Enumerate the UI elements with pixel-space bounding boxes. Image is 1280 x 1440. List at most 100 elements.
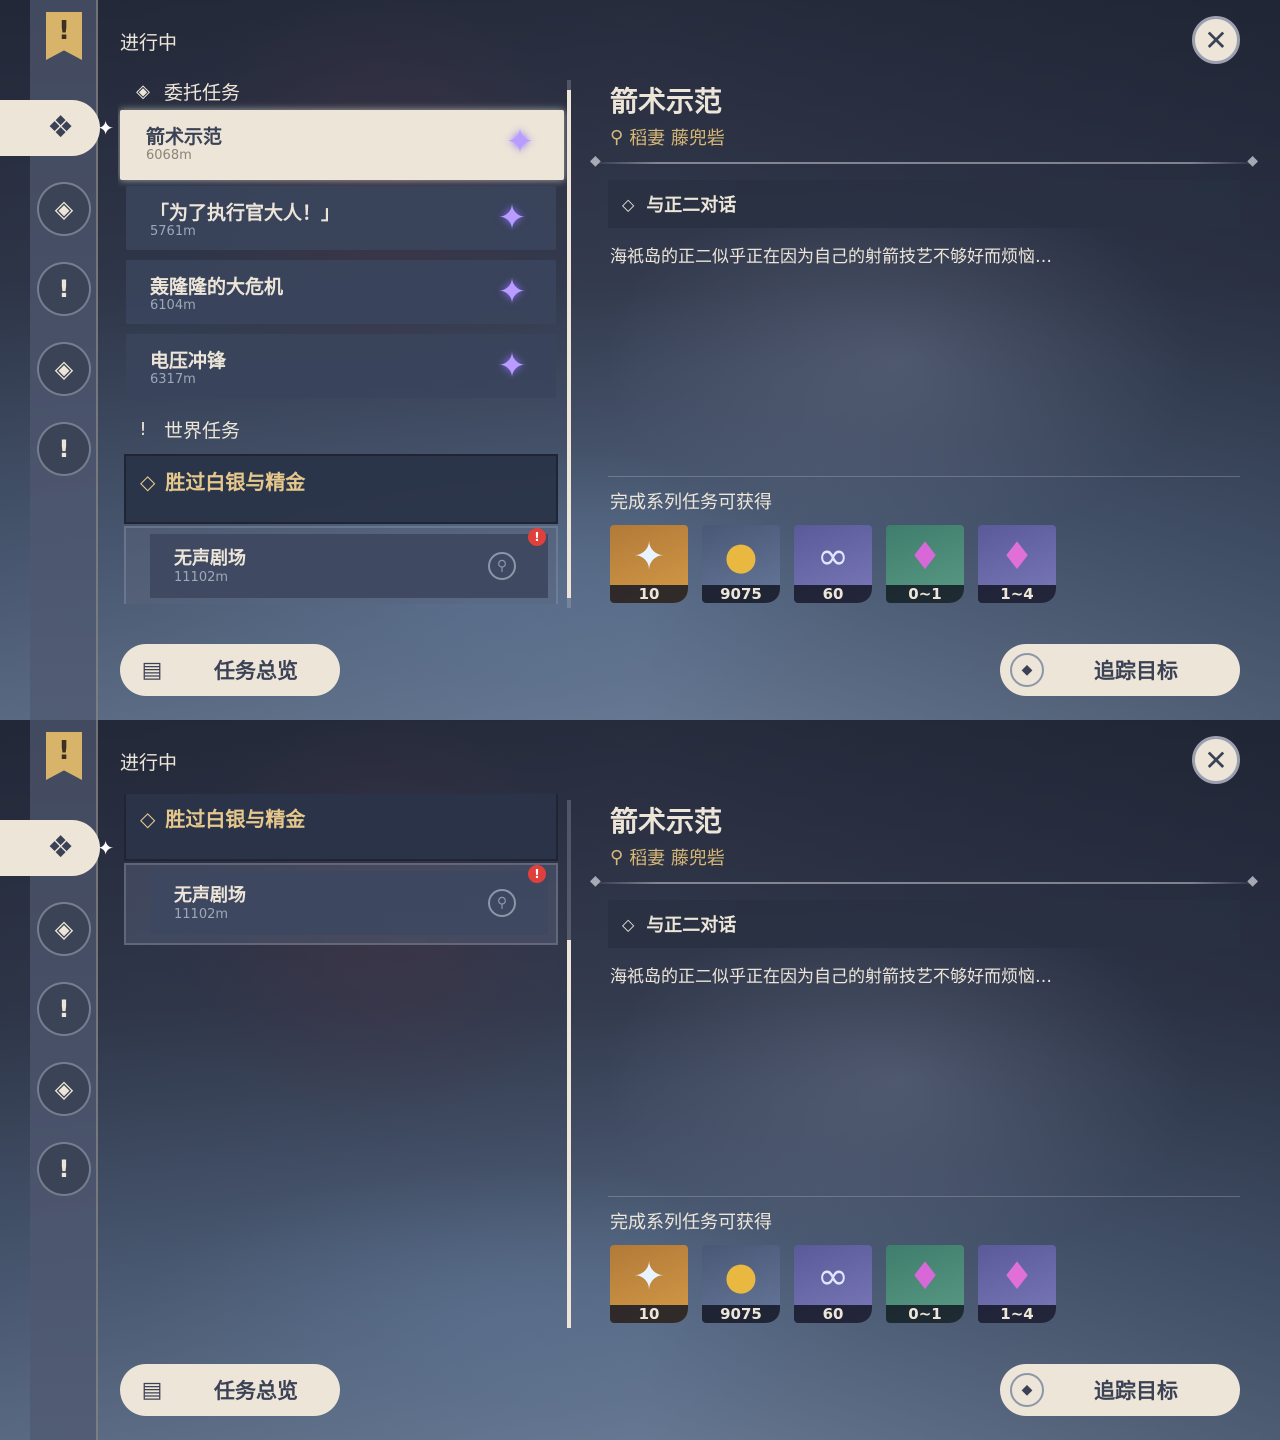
sidebar-item-story[interactable]: ! [37, 262, 91, 316]
detail-divider [590, 873, 1258, 889]
category-world: ! 世界任务 [134, 414, 240, 444]
scrollbar-thumb[interactable] [567, 90, 571, 598]
reward-count: 60 [794, 585, 872, 603]
map-pin-icon[interactable]: ⚲ [488, 889, 516, 917]
quest-list-scrollbar[interactable] [567, 800, 571, 1328]
detail-description: 海祇岛的正二似乎正在因为自己的射箭技艺不够好而烦恼… [610, 247, 1052, 267]
world-quest-item[interactable]: ◇ 胜过白银与精金 [124, 794, 558, 861]
commission-icon: ❖ [47, 830, 74, 865]
reward-item[interactable]: ∞ 60 [794, 525, 872, 603]
quest-item[interactable]: 箭术示范 6068m ✦ [120, 110, 564, 180]
world-subquest-group: 无声剧场 11102m ⚲ ! [124, 526, 558, 604]
reward-divider [608, 1196, 1240, 1197]
world-quest-icon: ! [58, 1155, 70, 1183]
sidebar-item-commission-2[interactable]: ◈ [37, 342, 91, 396]
reward-item[interactable]: ♦ 1~4 [978, 525, 1056, 603]
crystal-icon: ♦ [907, 1254, 943, 1298]
detail-description: 海祇岛的正二似乎正在因为自己的射箭技艺不够好而烦恼… [610, 967, 1052, 987]
subquest-item[interactable]: 无声剧场 11102m ⚲ ! [150, 865, 548, 935]
quest-list[interactable]: ◈ 委托任务 箭术示范 6068m ✦ 「为了执行官大人！」 5761m ✦ 轰… [118, 794, 568, 1324]
quest-item[interactable]: 轰隆隆的大危机 6104m ✦ [126, 260, 556, 324]
reward-item[interactable]: ♦ 0~1 [886, 525, 964, 603]
quest-screen-bottom: ! ❖ ◈ ! ◈ ! 进行中 ✕ ◈ 委托任务 箭术示范 6068m ✦ 「为… [0, 720, 1280, 1440]
sidebar-item-world[interactable]: ! [37, 1142, 91, 1196]
subquest-distance: 11102m [174, 570, 229, 585]
commission-star-icon: ✦ [505, 122, 535, 162]
quest-item[interactable]: 「为了执行官大人！」 5761m ✦ [126, 186, 556, 250]
crystal-cluster-icon: ♦ [999, 534, 1035, 578]
quest-name: 轰隆隆的大危机 [150, 276, 284, 298]
objective-text: 与正二对话 [646, 195, 737, 216]
archon-quest-icon: ◈ [54, 195, 74, 223]
detail-title: 箭术示范 [610, 85, 723, 118]
world-quest-name: ◇ 胜过白银与精金 [140, 470, 306, 494]
subquest-name: 无声剧场 [174, 885, 246, 906]
quest-item[interactable]: 电压冲锋 6317m ✦ [126, 334, 556, 398]
reward-item[interactable]: ✦ 10 [610, 525, 688, 603]
objective-diamond-icon: ◇ [622, 194, 635, 214]
track-target-button[interactable]: ◆ 追踪目标 [1000, 644, 1240, 696]
story-quest-icon: ! [58, 995, 70, 1023]
map-pin-icon[interactable]: ⚲ [488, 552, 516, 580]
crystal-icon: ♦ [907, 534, 943, 578]
category-label: 委托任务 [164, 81, 241, 104]
objective-text: 与正二对话 [646, 915, 737, 936]
crystal-cluster-icon: ♦ [999, 1254, 1035, 1298]
close-icon: ✕ [1204, 743, 1228, 777]
mora-icon: ● [724, 1254, 758, 1298]
reward-item[interactable]: ♦ 0~1 [886, 1245, 964, 1323]
reward-item[interactable]: ● 9075 [702, 525, 780, 603]
commission-star-icon: ✦ [497, 198, 527, 238]
category-commission: ◈ 委托任务 [134, 76, 240, 106]
close-icon: ✕ [1204, 23, 1228, 57]
subquest-item[interactable]: 无声剧场 11102m ⚲ ! [150, 528, 548, 598]
track-target-button[interactable]: ◆ 追踪目标 [1000, 1364, 1240, 1416]
reward-item[interactable]: ∞ 60 [794, 1245, 872, 1323]
close-button[interactable]: ✕ [1192, 736, 1240, 784]
detail-location: ⚲ 稻妻 藤兜砦 [610, 126, 725, 150]
world-subquest-group: 无声剧场 11102m ⚲ ! [124, 863, 558, 945]
commission-star-icon: ✦ [497, 346, 527, 386]
sidebar-item-archon[interactable]: ◈ [37, 182, 91, 236]
quest-overview-button[interactable]: ▤ 任务总览 [120, 1364, 340, 1416]
world-quest-name: ◇ 胜过白银与精金 [140, 807, 306, 831]
quest-name: 箭术示范 [146, 126, 223, 148]
status-title: 进行中 [120, 752, 178, 774]
quest-book-icon: ▤ [141, 1377, 163, 1403]
reward-count: 9075 [702, 1305, 780, 1323]
reward-item[interactable]: ♦ 1~4 [978, 1245, 1056, 1323]
quest-distance: 5761m [150, 224, 196, 239]
objective-diamond-icon: ◇ [622, 914, 635, 934]
quest-overview-button[interactable]: ▤ 任务总览 [120, 644, 340, 696]
reward-count: 1~4 [978, 1305, 1056, 1323]
archon-quest-icon: ◈ [54, 915, 74, 943]
subquest-name: 无声剧场 [174, 548, 246, 569]
sidebar-item-commission[interactable]: ❖ [0, 100, 114, 156]
alert-badge: ! [528, 865, 546, 883]
sidebar-item-commission-2[interactable]: ◈ [37, 1062, 91, 1116]
detail-title: 箭术示范 [610, 805, 723, 838]
reward-divider [608, 476, 1240, 477]
reward-count: 0~1 [886, 1305, 964, 1323]
reward-count: 10 [610, 1305, 688, 1323]
sidebar-item-archon[interactable]: ◈ [37, 902, 91, 956]
button-label: 追踪目标 [1094, 659, 1178, 683]
quest-list-scrollbar[interactable] [567, 80, 571, 608]
world-quest-item[interactable]: ◇ 胜过白银与精金 [124, 454, 558, 524]
objective-bar: ◇ 与正二对话 [608, 180, 1240, 228]
fetters-icon: ∞ [817, 534, 849, 578]
sidebar-item-commission[interactable]: ❖ [0, 820, 114, 876]
rewards-title: 完成系列任务可获得 [610, 1212, 772, 1233]
quest-distance: 6317m [150, 372, 196, 387]
scrollbar-thumb[interactable] [567, 940, 571, 1328]
sidebar-item-story[interactable]: ! [37, 982, 91, 1036]
quest-screen-top: ! ❖ ◈ ! ◈ ! 进行中 ✕ ◈ 委托任务 箭术示范 6068m ✦ 「为… [0, 0, 1280, 720]
close-button[interactable]: ✕ [1192, 16, 1240, 64]
quest-list[interactable]: ◈ 委托任务 箭术示范 6068m ✦ 「为了执行官大人！」 5761m ✦ 轰… [118, 74, 568, 604]
reward-count: 0~1 [886, 585, 964, 603]
sidebar-item-world[interactable]: ! [37, 422, 91, 476]
reward-item[interactable]: ● 9075 [702, 1245, 780, 1323]
commission-quest-icon: ◈ [54, 355, 74, 383]
reward-item[interactable]: ✦ 10 [610, 1245, 688, 1323]
commission-category-icon: ◈ [136, 80, 150, 102]
